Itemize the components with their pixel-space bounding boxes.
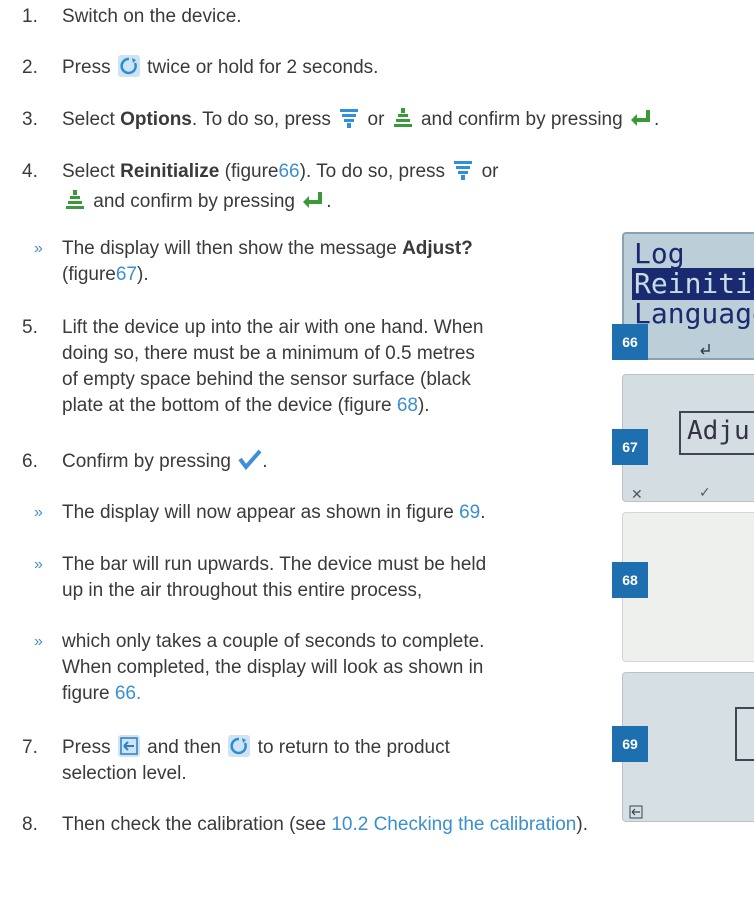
step-text-pre: Then check the calibration (see	[62, 814, 327, 835]
step-text-end: ).	[576, 814, 588, 835]
figure-label-66: 66	[612, 324, 648, 360]
step-text-pre: Press	[62, 737, 111, 758]
menu-item-language: Language	[634, 297, 754, 330]
figure-prefix: (figure	[62, 264, 116, 285]
step-text: Switch on the device.	[62, 6, 242, 27]
step-text: Confirm by pressing .	[62, 449, 268, 475]
note-line2: When completed, the display will look as…	[62, 657, 484, 678]
bullet: »	[34, 240, 43, 257]
figure-prefix: (figure	[224, 161, 279, 182]
cancel-icon: ✕	[631, 486, 643, 502]
note-line2: up in the air throughout this entire pro…	[62, 580, 423, 601]
step-text-pre: Select	[62, 161, 115, 182]
figure-prefix: figure	[62, 683, 110, 704]
step-text-pre: Select	[62, 109, 115, 130]
step-text-end: .	[262, 451, 268, 472]
step-text-line1: Select Reinitialize (figure66). To do so…	[62, 159, 498, 185]
arrow-down-icon	[452, 159, 474, 181]
figure-68-link[interactable]: 68	[397, 395, 418, 416]
note-text-end: .	[135, 683, 142, 704]
step-text-post: twice or hold for 2 seconds.	[147, 57, 379, 78]
note-line1: The bar will run upwards. The device mus…	[62, 554, 487, 575]
figure-67-link[interactable]: 67	[116, 264, 137, 285]
arrow-up-icon	[64, 189, 86, 211]
checkmark-icon: ✓	[699, 484, 711, 500]
figure-label-69: 69	[612, 726, 648, 762]
step-text: Select Options. To do so, press or and c…	[62, 107, 659, 133]
or-text: or	[367, 109, 385, 130]
figure-label-68: 68	[612, 562, 648, 598]
step-number: 3.	[22, 109, 38, 130]
step-text-pre: Confirm by pressing	[62, 451, 231, 472]
step-number: 8.	[22, 814, 38, 835]
bullet: »	[34, 633, 43, 650]
or-text: or	[481, 161, 499, 182]
step-number: 2.	[22, 57, 38, 78]
step-text: Then check the calibration (see 10.2 Che…	[62, 812, 588, 838]
step-text: Press twice or hold for 2 seconds.	[62, 55, 378, 81]
note-text-end: ).	[137, 264, 149, 285]
step-number: 6.	[22, 451, 38, 472]
power-mode-icon	[228, 735, 251, 757]
step-text-pre: Press	[62, 57, 111, 78]
adjust-text: Adju	[687, 416, 750, 446]
step-text-line2: doing so, there must be a minimum of 0.5…	[62, 343, 475, 364]
figure-69-link[interactable]: 69	[459, 502, 480, 523]
enter-icon	[302, 189, 324, 211]
bullet: »	[34, 504, 43, 521]
enter-icon	[630, 107, 652, 129]
step-text-pre: plate at the bottom of the device (figur…	[62, 395, 392, 416]
step-text-mid: and then	[147, 737, 222, 758]
back-icon	[629, 801, 643, 822]
note-text: The display will then show the message	[62, 238, 397, 259]
figure-label-67: 67	[612, 429, 648, 465]
checking-calibration-link[interactable]: 10.2 Checking the calibration	[331, 814, 576, 835]
note-line1: which only takes a couple of seconds to …	[62, 631, 485, 652]
note-text-end: .	[480, 502, 486, 523]
step-text-mid: . To do so, press	[191, 109, 331, 130]
step-text-post: to return to the product	[257, 737, 450, 758]
note-line1: The display will then show the message A…	[62, 236, 473, 262]
arrow-down-icon	[338, 107, 360, 129]
step-text-line1: Press and then to return to the product	[62, 735, 450, 761]
menu-item-reinitialize: Reinitiali	[632, 268, 754, 300]
step-text-post: and confirm by pressing	[93, 191, 295, 212]
figure-66-link[interactable]: 66	[115, 683, 136, 704]
adjust-label: Adjust?	[402, 238, 473, 259]
step-text-line3: of empty space behind the sensor surface…	[62, 369, 471, 390]
step-text-mid: ). To do so, press	[299, 161, 446, 182]
figure-66-link[interactable]: 66	[278, 161, 299, 182]
step-number: 1.	[22, 6, 38, 27]
arrow-up-icon	[392, 107, 414, 129]
step-text-line2: selection level.	[62, 763, 187, 784]
step-text-end: ).	[417, 395, 430, 416]
note-line2: (figure67).	[62, 262, 149, 288]
checkmark-icon	[238, 449, 262, 471]
step-text-post: and confirm by pressing	[420, 109, 623, 130]
note-line1: The display will now appear as shown in …	[62, 500, 486, 526]
step-text-end: .	[653, 109, 660, 130]
note-text: The display will now appear as shown in …	[62, 502, 454, 523]
step-text-line4: plate at the bottom of the device (figur…	[62, 393, 430, 419]
step-text-line2: and confirm by pressing .	[62, 189, 332, 215]
step-text-end: .	[326, 191, 332, 212]
enter-icon	[698, 338, 712, 360]
reinitialize-label: Reinitialize	[120, 161, 220, 182]
step-number: 5.	[22, 317, 38, 338]
step-number: 7.	[22, 737, 38, 758]
back-icon	[117, 735, 140, 757]
power-mode-icon	[117, 55, 140, 77]
step-text-line1: Lift the device up into the air with one…	[62, 317, 484, 338]
options-label: Options	[120, 109, 192, 130]
note-line3: figure 66.	[62, 681, 141, 707]
progress-frame	[735, 707, 754, 761]
bullet: »	[34, 556, 43, 573]
step-number: 4.	[22, 161, 38, 182]
